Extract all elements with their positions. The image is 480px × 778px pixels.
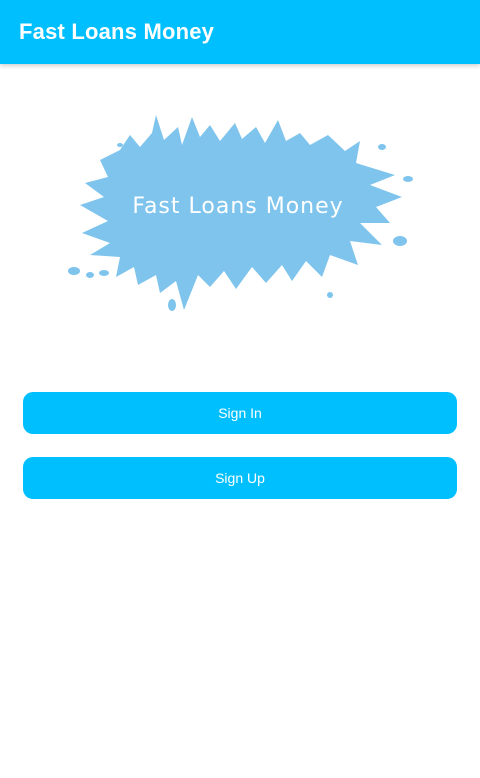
sign-in-button[interactable]: Sign In [23, 392, 457, 434]
paint-splash-logo-icon: Fast Loans Money [68, 115, 413, 311]
sign-up-button[interactable]: Sign Up [23, 457, 457, 499]
logo-text: Fast Loans Money [132, 194, 343, 219]
logo: Fast Loans Money [60, 105, 420, 320]
app-title: Fast Loans Money [19, 19, 215, 44]
app-bar: Fast Loans Money [0, 0, 480, 64]
